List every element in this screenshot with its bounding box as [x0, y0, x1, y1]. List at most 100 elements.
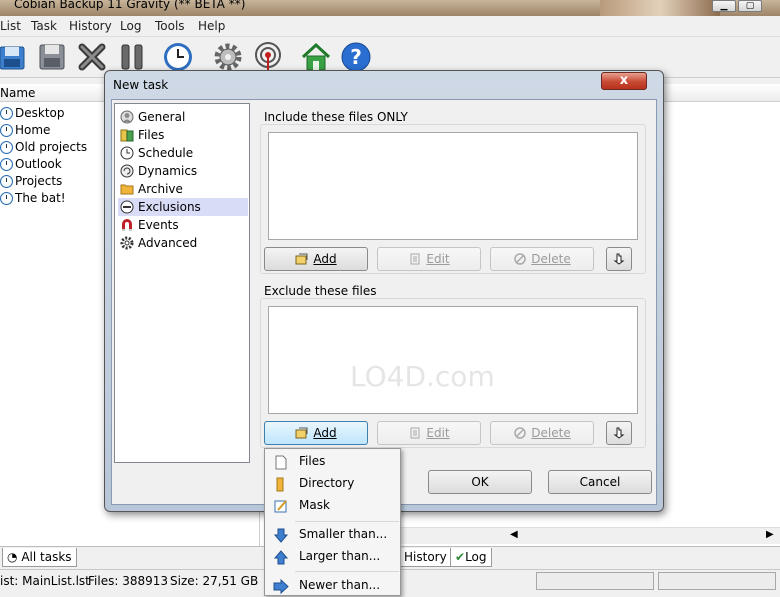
category-list[interactable]: General Files Schedule Dynamics Archive … — [114, 103, 250, 463]
folder-icon — [276, 477, 284, 492]
pause-icon[interactable] — [116, 41, 148, 73]
save-icon[interactable] — [36, 41, 68, 73]
title-bar: Cobian Backup 11 Gravity (** BETA **) — [0, 0, 780, 16]
category-exclusions[interactable]: Exclusions — [118, 198, 248, 216]
menu-separator — [295, 521, 399, 522]
files-icon — [120, 129, 134, 142]
hand-icon — [613, 253, 625, 265]
mask-icon — [274, 500, 287, 513]
edit-icon — [410, 253, 420, 265]
category-general[interactable]: General — [118, 108, 248, 126]
menu-history[interactable]: History — [69, 19, 112, 33]
include-files-group: Include these files ONLY Add Edit Delete — [258, 104, 648, 276]
arrow-right-icon — [273, 579, 289, 594]
menu-item-smaller-than[interactable]: Smaller than... — [267, 524, 398, 546]
magnet-icon — [122, 219, 132, 231]
menu-bar: List Task History Log Tools Help — [0, 17, 780, 37]
exclude-add-button[interactable]: Add — [264, 421, 368, 445]
dialog-client-area: General Files Schedule Dynamics Archive … — [111, 99, 657, 505]
menu-help[interactable]: Help — [198, 19, 225, 33]
horizontal-scrollbar[interactable]: ◀ ▶ — [400, 527, 780, 544]
dynamics-icon — [120, 164, 134, 178]
delete-icon — [514, 253, 527, 265]
gear-icon — [120, 236, 134, 250]
category-schedule[interactable]: Schedule — [118, 144, 248, 162]
title-bar-background — [600, 0, 720, 16]
exclude-delete-button[interactable]: Delete — [490, 421, 594, 445]
tab-history[interactable]: History — [400, 548, 452, 567]
include-delete-button[interactable]: Delete — [490, 247, 594, 271]
tab-all-tasks[interactable]: ◔ All tasks — [2, 548, 77, 567]
include-add-button[interactable]: Add — [264, 247, 368, 271]
clock-icon — [0, 124, 13, 137]
hand-icon — [613, 427, 625, 439]
ok-button[interactable]: OK — [428, 470, 532, 494]
include-edit-button[interactable]: Edit — [377, 247, 481, 271]
exclusion-icon — [120, 200, 134, 214]
cancel-button[interactable]: Cancel — [548, 470, 652, 494]
name-column-header: Name — [0, 86, 36, 100]
home-icon[interactable] — [300, 41, 332, 73]
clock-icon[interactable] — [162, 41, 194, 73]
delete-icon — [514, 427, 527, 439]
antenna-icon[interactable] — [252, 41, 284, 73]
scroll-right-arrow-icon[interactable]: ▶ — [766, 529, 774, 540]
exclude-options-button[interactable] — [606, 421, 632, 445]
category-archive[interactable]: Archive — [118, 180, 248, 198]
status-files-count: Files: 388913 — [88, 574, 168, 588]
include-files-list[interactable] — [268, 132, 638, 240]
menu-item-larger-than[interactable]: Larger than... — [267, 546, 398, 568]
stop-icon[interactable] — [76, 41, 108, 73]
file-icon — [275, 455, 287, 470]
clock-icon: ◔ — [7, 550, 18, 564]
category-dynamics[interactable]: Dynamics — [118, 162, 248, 180]
arrow-down-icon — [273, 528, 289, 543]
include-options-button[interactable] — [606, 247, 632, 271]
svg-text:?: ? — [350, 45, 362, 69]
backup-icon[interactable] — [0, 41, 28, 73]
status-total-size: Size: 27,51 GB — [170, 574, 259, 588]
menu-log[interactable]: Log — [120, 19, 141, 33]
menu-task[interactable]: Task — [31, 19, 57, 33]
window-title: Cobian Backup 11 Gravity (** BETA **) — [14, 0, 246, 11]
exclude-edit-button[interactable]: Edit — [377, 421, 481, 445]
menu-separator — [295, 571, 399, 572]
include-label: Include these files ONLY — [264, 110, 408, 124]
tab-log[interactable]: ✔Log — [450, 548, 492, 567]
edit-icon — [410, 427, 420, 439]
help-icon[interactable]: ? — [340, 41, 372, 73]
status-list-file: ist: MainList.lst — [0, 574, 90, 588]
dialog-close-button[interactable]: x — [601, 72, 647, 90]
user-icon — [120, 110, 134, 124]
clock-icon — [0, 192, 13, 205]
add-exclusion-menu: Files Directory Mask Smaller than... Lar… — [264, 448, 401, 596]
menu-item-directory[interactable]: Directory — [267, 473, 398, 495]
settings-icon[interactable] — [212, 41, 244, 73]
menu-item-newer-than[interactable]: Newer than... — [267, 575, 398, 597]
category-advanced[interactable]: Advanced — [118, 234, 248, 252]
clock-icon — [0, 107, 13, 120]
status-progress-panel — [658, 572, 776, 590]
log-icon: ✔ — [455, 550, 466, 564]
status-panel — [536, 572, 654, 590]
menu-tools[interactable]: Tools — [155, 19, 185, 33]
category-events[interactable]: Events — [118, 216, 248, 234]
maximize-button[interactable]: ▢ — [738, 0, 762, 12]
add-icon — [295, 253, 308, 265]
menu-item-files[interactable]: Files — [267, 451, 398, 473]
menu-item-mask[interactable]: Mask — [267, 495, 398, 517]
close-icon: x — [619, 73, 629, 88]
clock-icon — [0, 158, 13, 171]
category-files[interactable]: Files — [118, 126, 248, 144]
menu-list[interactable]: List — [0, 19, 21, 33]
minimize-button[interactable]: ▁ — [712, 0, 736, 12]
dialog-title: New task — [113, 78, 169, 92]
arrow-up-icon — [273, 550, 289, 565]
clock-icon — [120, 146, 134, 160]
clock-icon — [0, 175, 13, 188]
exclude-label: Exclude these files — [264, 284, 377, 298]
new-task-dialog: New task x General Files Schedule Dynami… — [104, 70, 664, 512]
watermark: LO4D.com — [350, 360, 495, 393]
scroll-left-arrow-icon[interactable]: ◀ — [510, 529, 518, 540]
add-icon — [295, 427, 308, 439]
